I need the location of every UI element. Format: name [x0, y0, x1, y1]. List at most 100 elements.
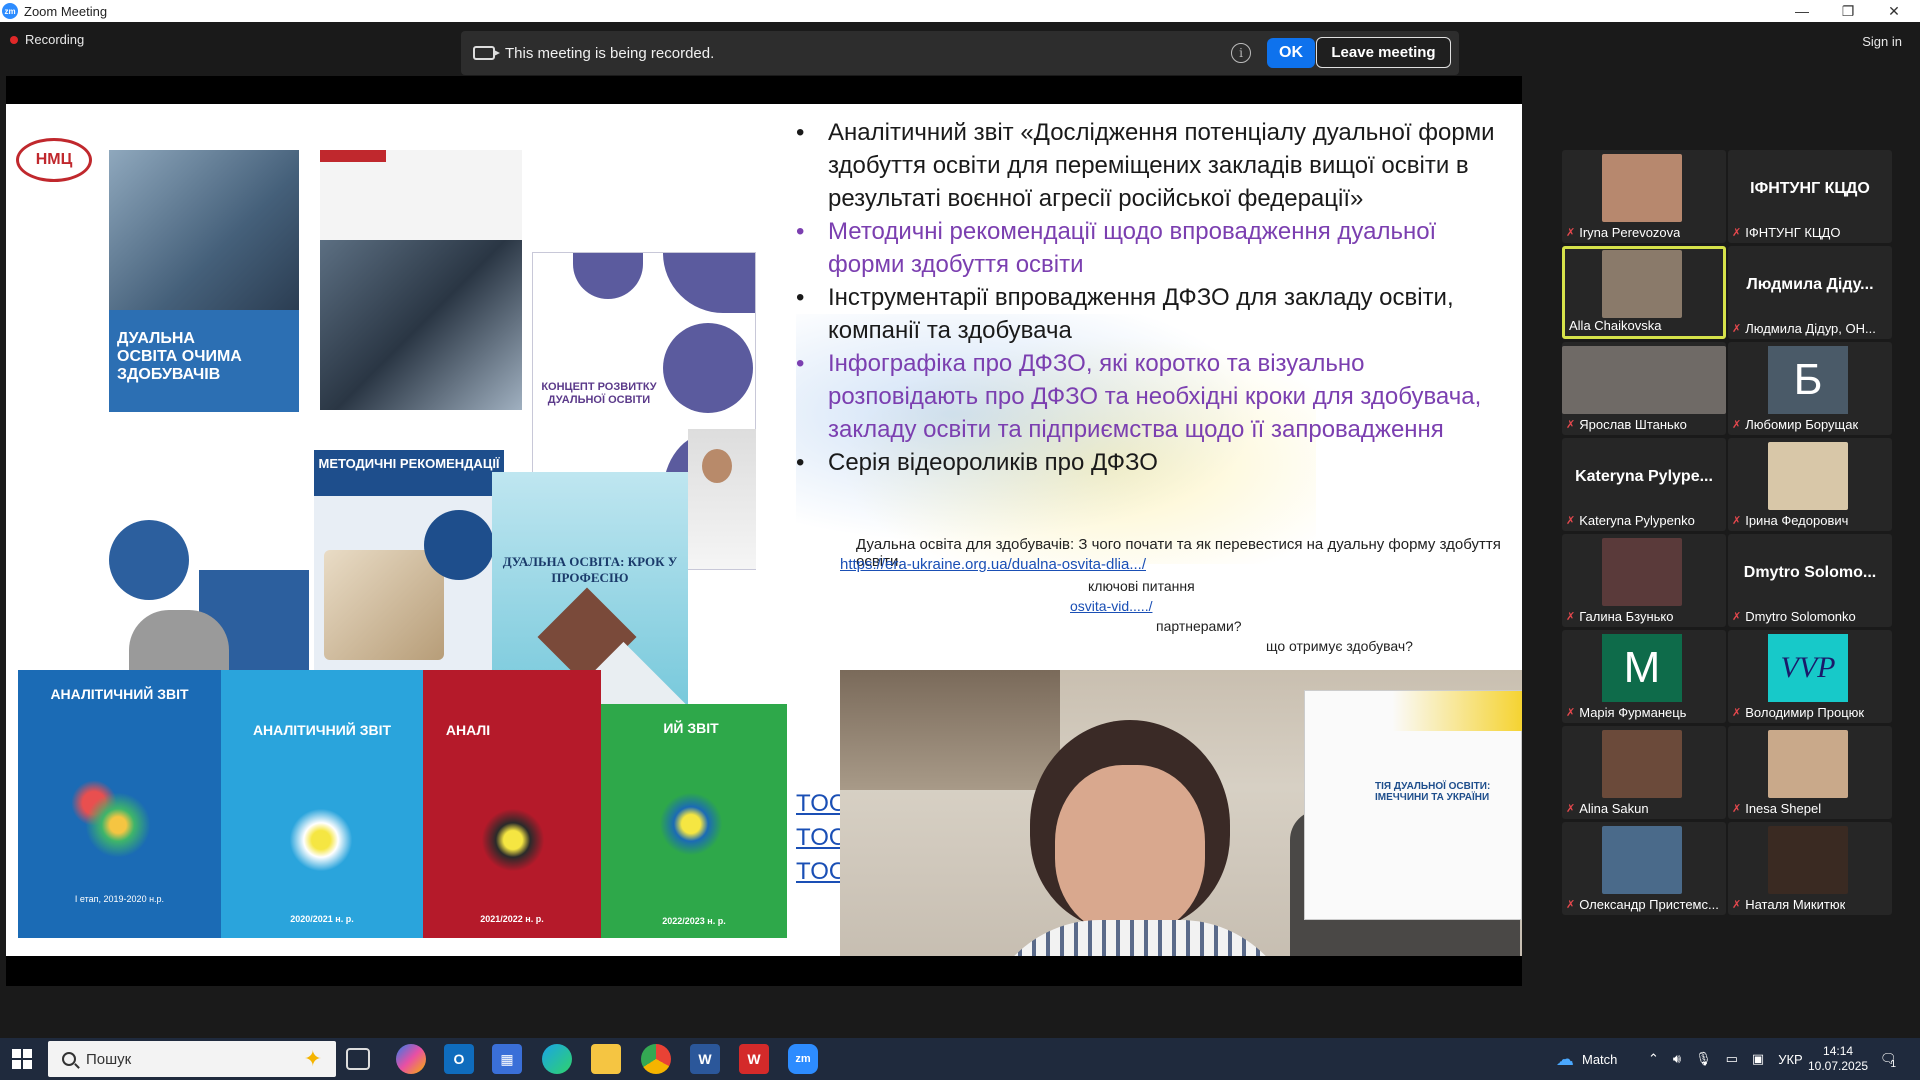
participant-name: Марія Фурманець: [1579, 705, 1687, 720]
cover-training-brochure: [320, 150, 522, 410]
weather-label: Match: [1582, 1051, 1618, 1067]
report-title: ИЙ ЗВІТ: [663, 720, 719, 736]
info-icon[interactable]: i: [1231, 43, 1251, 63]
task-view-icon[interactable]: [346, 1048, 370, 1070]
partial-link[interactable]: osvita-vid...../: [1070, 598, 1152, 614]
file-explorer-icon[interactable]: [591, 1044, 621, 1074]
bullet-list: Аналітичний звіт «Дослідження потенціалу…: [796, 116, 1496, 479]
battery-icon[interactable]: ▭: [1726, 1051, 1738, 1067]
cover-title: ДУАЛЬНА ОСВІТА: КРОК У ПРОФЕСІЮ: [502, 554, 678, 585]
participant-tile[interactable]: Dmytro Solomo... ✗ Dmytro Solomonko: [1728, 534, 1892, 627]
share-letterbox-top: [6, 76, 1522, 104]
partial-text: що отримує здобувач?: [1266, 638, 1413, 654]
nmc-logo: НМЦ: [16, 138, 92, 182]
participant-tile-active-speaker[interactable]: Alla Chaikovska: [1562, 246, 1726, 339]
search-placeholder: Пошук: [86, 1050, 132, 1068]
outlook-icon[interactable]: O: [444, 1044, 474, 1074]
ok-button[interactable]: OK: [1267, 38, 1315, 68]
video-link[interactable]: https://era-ukraine.org.ua/dualna-osvita…: [840, 556, 1146, 573]
participant-video: [1768, 730, 1848, 798]
participant-tile[interactable]: ✗ Галина Бзунько: [1562, 534, 1726, 627]
participant-name: Галина Бзунько: [1579, 609, 1674, 624]
cover-title: МЕТОДИЧНІ РЕКОМЕНДАЦІЇ: [318, 456, 500, 471]
participant-name: Любомир Борущак: [1745, 417, 1859, 432]
participant-video: [1768, 442, 1848, 510]
participant-name: Ірина Федорович: [1745, 513, 1849, 528]
participant-tile[interactable]: Людмила Діду... ✗ Людмила Дідур, ОН...: [1728, 246, 1892, 339]
participant-tile[interactable]: Б ✗ Любомир Борущак: [1728, 342, 1892, 435]
mic-muted-icon: ✗: [1732, 419, 1742, 431]
participant-tile[interactable]: ✗ Наталя Микитюк: [1728, 822, 1892, 915]
mic-muted-icon: ✗: [1732, 323, 1742, 335]
participant-avatar: M: [1602, 634, 1682, 702]
chrome-icon[interactable]: [641, 1044, 671, 1074]
leave-meeting-button[interactable]: Leave meeting: [1316, 37, 1451, 68]
participant-name: Inesa Shepel: [1745, 801, 1822, 816]
participant-tile[interactable]: ✗ Inesa Shepel: [1728, 726, 1892, 819]
mic-muted-icon: ✗: [1732, 803, 1742, 815]
participant-display-name: Kateryna Pylype...: [1575, 468, 1713, 485]
microphone-icon[interactable]: 🎙︎: [1695, 1051, 1712, 1067]
participant-name: Iryna Perevozova: [1579, 225, 1681, 240]
word-icon[interactable]: W: [690, 1044, 720, 1074]
chevron-up-icon[interactable]: ⌃: [1648, 1051, 1659, 1067]
zoom-logo-icon: zm: [2, 3, 18, 19]
camera-icon: [473, 46, 500, 60]
mic-muted-icon: ✗: [1732, 611, 1742, 623]
participant-tile[interactable]: M ✗ Марія Фурманець: [1562, 630, 1726, 723]
bullet-item: Інструментарії впровадження ДФЗО для зак…: [796, 281, 1496, 347]
bullet-item: Інфографіка про ДФЗО, які коротко та віз…: [796, 347, 1496, 446]
recording-notice-banner: This meeting is being recorded. i OK Lea…: [461, 31, 1459, 75]
clock[interactable]: 14:14 10.07.2025: [1808, 1038, 1868, 1080]
cover-title: ДУАЛЬНА ОСВІТА ОЧИМА ЗДОБУВАЧІВ: [117, 330, 242, 383]
restore-button[interactable]: ❐: [1826, 0, 1870, 22]
close-window-button[interactable]: ✕: [1872, 0, 1916, 22]
participant-tile[interactable]: ✗ Ірина Федорович: [1728, 438, 1892, 531]
notifications-button[interactable]: 🗨︎ 1: [1880, 1038, 1897, 1080]
weather-widget[interactable]: ☁ Match: [1556, 1038, 1617, 1080]
store-icon[interactable]: ▦: [492, 1044, 522, 1074]
participant-tile[interactable]: ✗ Iryna Perevozova: [1562, 150, 1726, 243]
start-button[interactable]: [12, 1049, 32, 1069]
report-year: 2021/2022 н. р.: [480, 914, 544, 924]
zoom-taskbar-icon[interactable]: zm: [788, 1044, 818, 1074]
participant-avatar: Б: [1768, 346, 1848, 414]
edge-icon[interactable]: [542, 1044, 572, 1074]
cover-title: КОНЦЕПТ РОЗВИТКУ ДУАЛЬНОЇ ОСВІТИ: [541, 381, 657, 406]
mic-muted-icon: ✗: [1732, 227, 1742, 239]
participant-video: [1602, 538, 1682, 606]
participant-name: Alla Chaikovska: [1569, 318, 1662, 333]
weather-icon: ☁: [1556, 1048, 1574, 1069]
report-year: 2020/2021 н. р.: [290, 914, 354, 924]
mini-cover-text: ТІЯ ДУАЛЬНОЇ ОСВІТИ: ІМЕЧЧИНИ ТА УКРАЇНИ: [1375, 781, 1491, 803]
bullet-item: Серія відеороликів про ДФЗО: [796, 446, 1496, 479]
bullet-item: Аналітичний звіт «Дослідження потенціалу…: [796, 116, 1496, 215]
participant-tile[interactable]: ✗ Ярослав Штанько: [1562, 342, 1726, 435]
participant-tile[interactable]: ✗ Alina Sakun: [1562, 726, 1726, 819]
wps-icon[interactable]: W: [739, 1044, 769, 1074]
clock-date: 10.07.2025: [1808, 1059, 1869, 1073]
participant-name: Володимир Процюк: [1745, 705, 1865, 720]
recording-dot-icon: [10, 35, 18, 44]
participant-tile[interactable]: Kateryna Pylype... ✗ Kateryna Pylypenko: [1562, 438, 1726, 531]
copilot-icon[interactable]: [396, 1044, 426, 1074]
mic-muted-icon: ✗: [1566, 227, 1576, 239]
report-year: І етап, 2019-2020 н.р.: [74, 894, 165, 904]
mic-muted-icon: ✗: [1566, 707, 1576, 719]
taskbar-search[interactable]: Пошук ✦: [48, 1041, 336, 1077]
sign-in-link[interactable]: Sign in: [1862, 34, 1902, 49]
participant-tile[interactable]: VVP ✗ Володимир Процюк: [1728, 630, 1892, 723]
mic-muted-icon: ✗: [1732, 899, 1742, 911]
recording-indicator[interactable]: Recording: [10, 32, 84, 47]
report-title: АНАЛІТИЧНИЙ ЗВІТ: [50, 686, 189, 702]
participant-name: Людмила Дідур, ОН...: [1745, 321, 1876, 336]
participant-tile[interactable]: ✗ Олександр Пристемс...: [1562, 822, 1726, 915]
participant-tile[interactable]: ІФНТУНГ КЦДО ✗ ІФНТУНГ КЦДО: [1728, 150, 1892, 243]
language-indicator[interactable]: УКР: [1778, 1052, 1803, 1067]
network-icon[interactable]: ▣: [1752, 1051, 1764, 1067]
speaker-icon[interactable]: 🔊︎: [1673, 1051, 1681, 1067]
participant-name: ІФНТУНГ КЦДО: [1745, 225, 1841, 240]
cover-analytical-report-3: АНАЛІ 2021/2022 н. р.: [423, 670, 601, 938]
minimize-button[interactable]: —: [1780, 0, 1824, 22]
recording-label: Recording: [25, 32, 85, 47]
